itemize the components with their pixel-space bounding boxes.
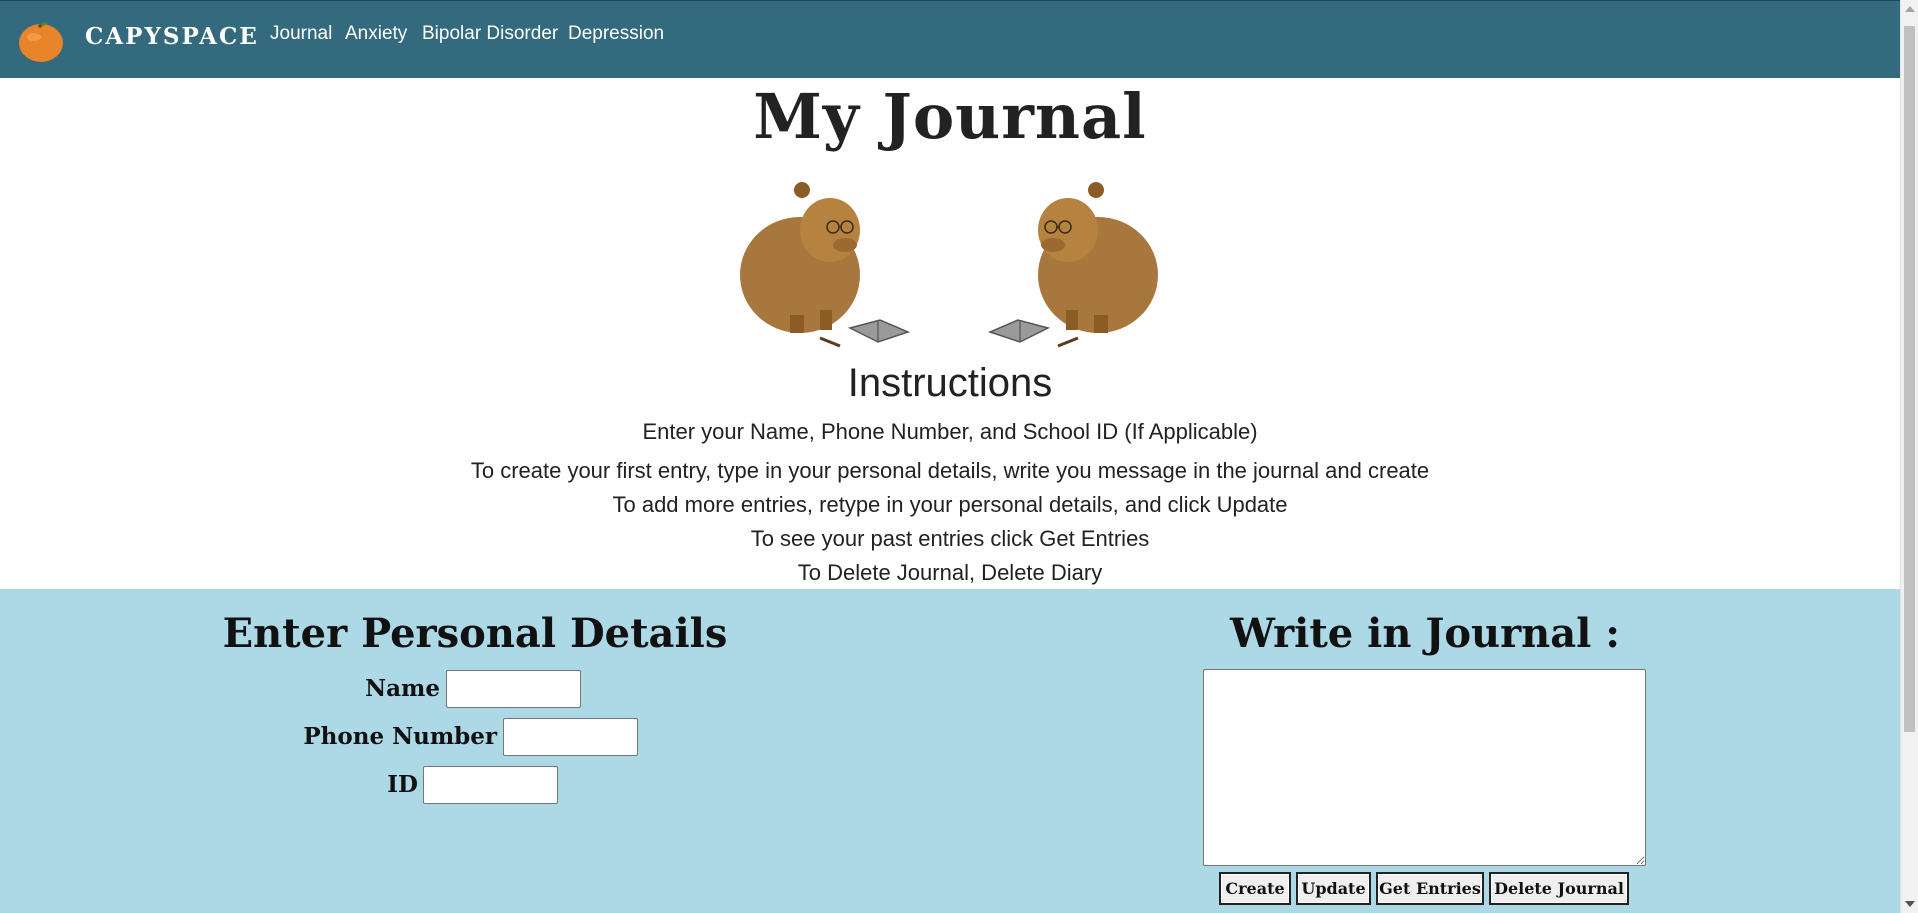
nav-link-anxiety[interactable]: Anxiety [345,23,407,45]
get-entries-button[interactable]: Get Entries [1376,872,1484,905]
journal-textarea[interactable] [1203,669,1646,866]
personal-details-heading: Enter Personal Details [222,610,728,657]
phone-number-label: Phone Number [303,723,497,750]
instruction-line: To see your past entries click Get Entri… [750,526,1150,551]
create-button[interactable]: Create [1219,872,1291,905]
nav-link-journal[interactable]: Journal [270,23,332,45]
page-title: My Journal [753,80,1147,153]
instruction-line: To Delete Journal, Delete Diary [797,560,1103,585]
orange-fruit-icon[interactable] [17,19,65,63]
name-input[interactable] [446,670,581,708]
id-input[interactable] [423,766,558,804]
instruction-line: To create your first entry, type in your… [470,458,1430,483]
delete-journal-button[interactable]: Delete Journal [1489,872,1629,905]
instructions-heading: Instructions [847,361,1053,405]
write-journal-heading: Write in Journal : [1229,610,1621,657]
capybara-reading-image-left [740,182,911,348]
capybara-reading-image-right [987,182,1158,348]
name-label: Name [365,675,440,702]
phone-number-input[interactable] [503,718,638,756]
nav-link-depression[interactable]: Depression [568,23,664,45]
scrollbar-thumb[interactable] [1904,26,1915,732]
update-button[interactable]: Update [1296,872,1371,905]
instruction-line: To add more entries, retype in your pers… [612,492,1288,517]
vertical-scrollbar[interactable] [1900,0,1918,913]
page: CAPYSPACE Journal Anxiety Bipolar Disord… [0,0,1918,913]
instruction-line: Enter your Name, Phone Number, and Schoo… [642,419,1258,444]
nav-link-bipolar-disorder[interactable]: Bipolar Disorder [422,23,558,45]
navbar: CAPYSPACE Journal Anxiety Bipolar Disord… [0,0,1900,78]
id-label: ID [387,771,418,798]
scroll-up-arrow-icon[interactable] [1905,6,1915,12]
scroll-down-arrow-icon[interactable] [1905,901,1915,907]
brand-name[interactable]: CAPYSPACE [85,23,259,50]
